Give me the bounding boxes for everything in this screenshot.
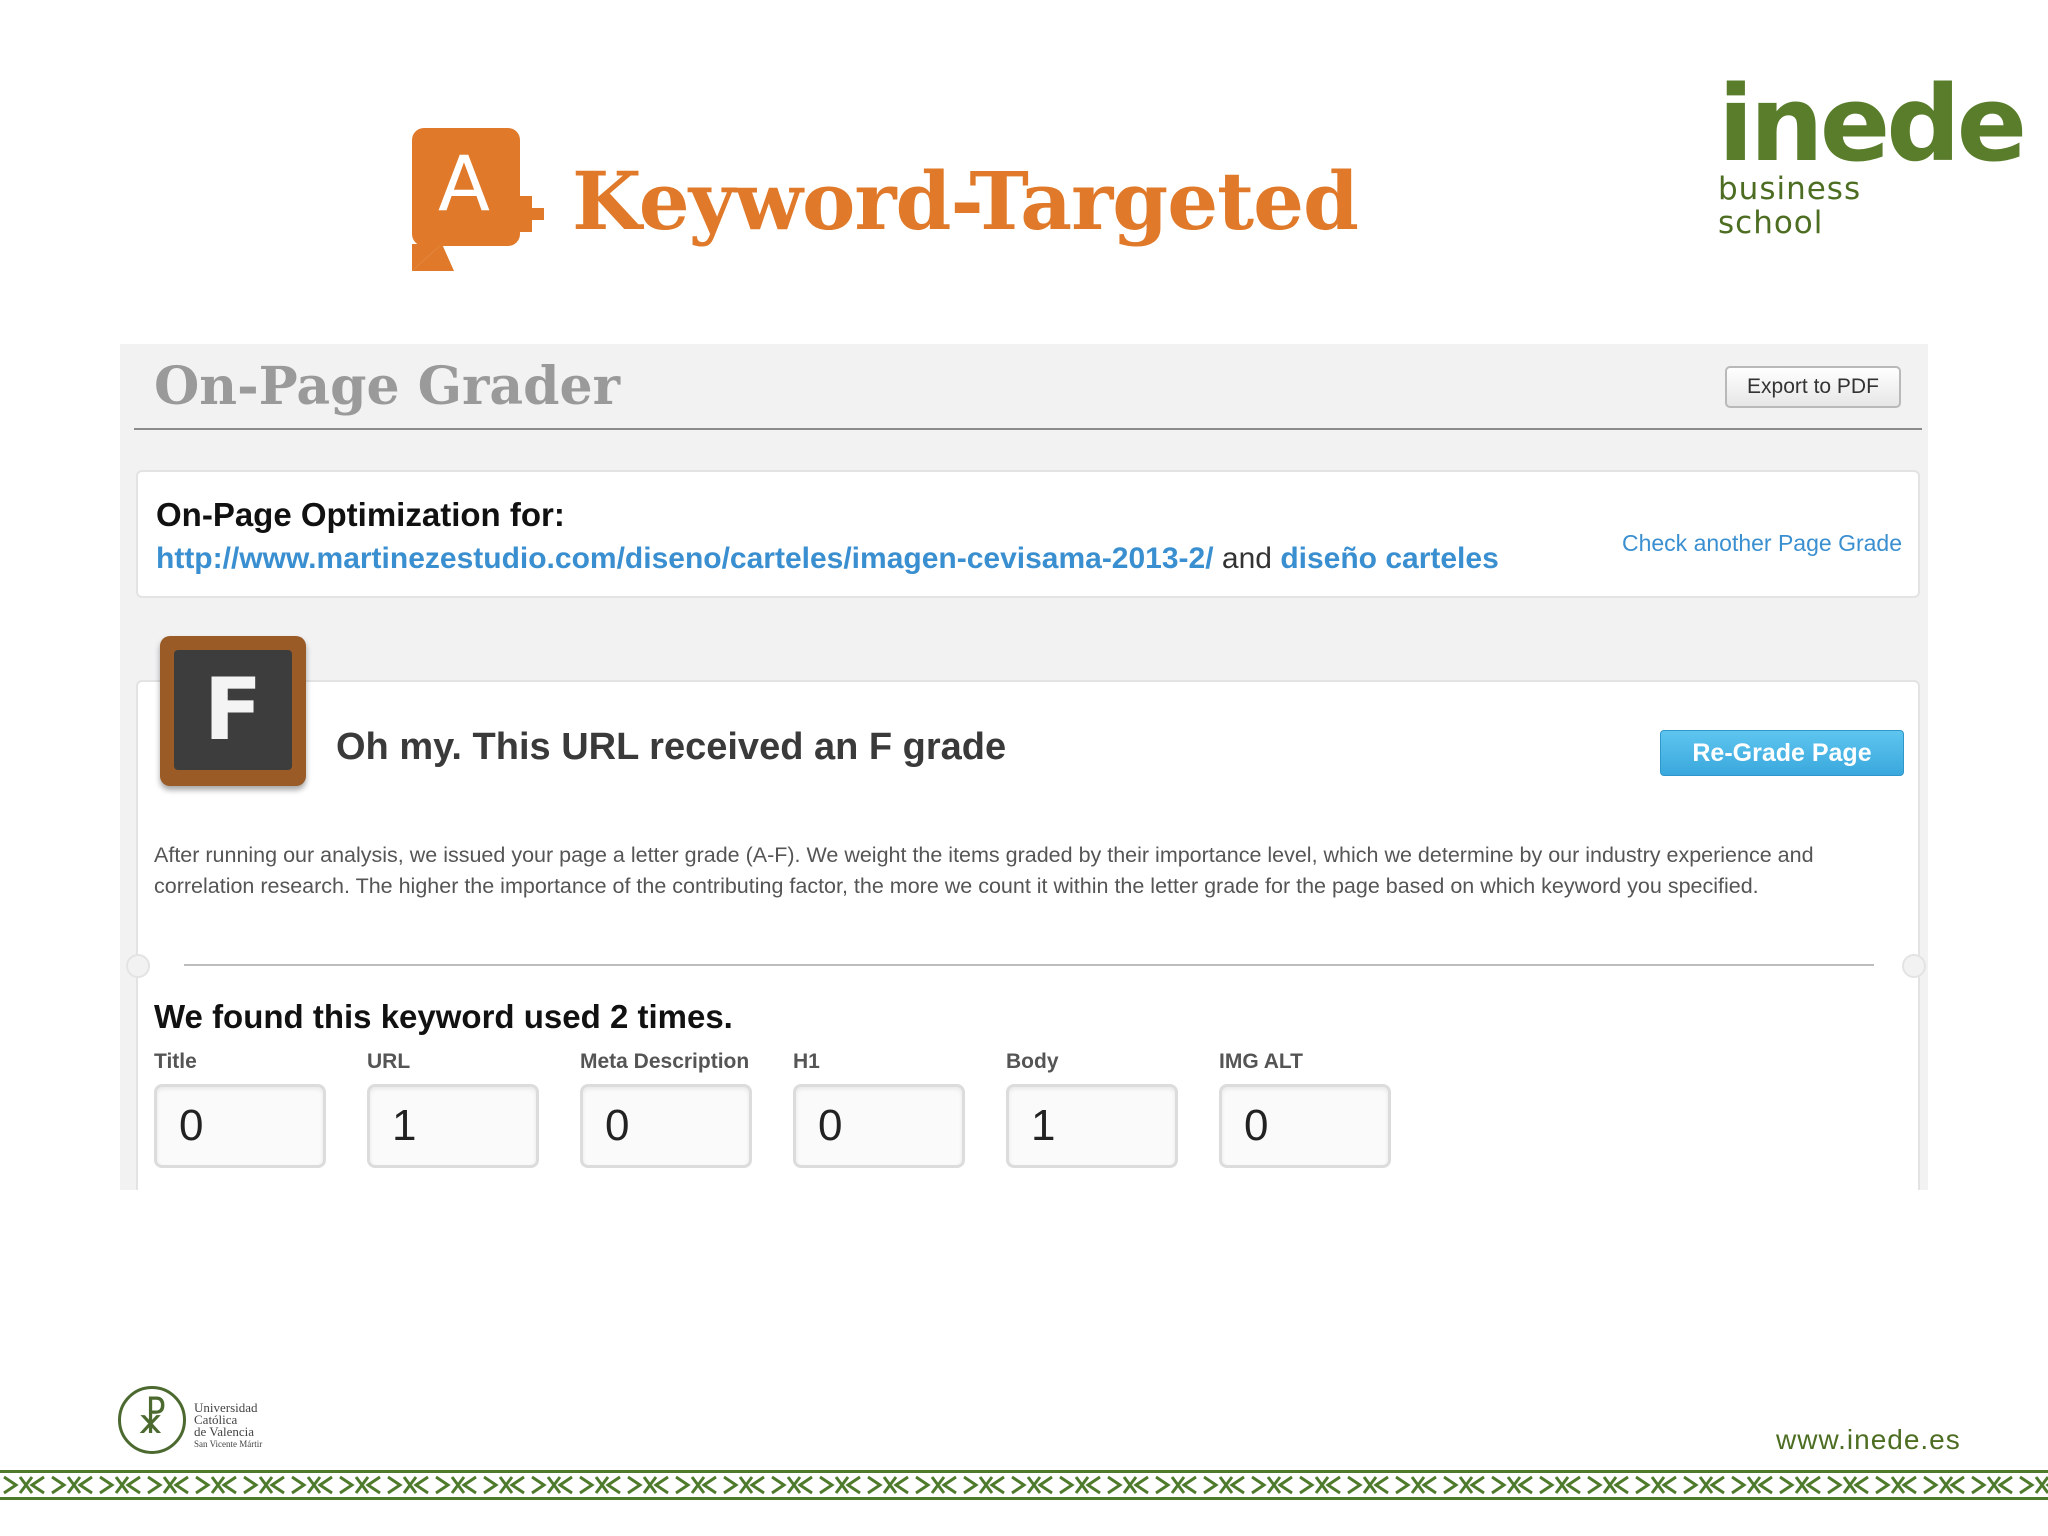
count-label: Title (154, 1050, 197, 1073)
count-img-alt: IMG ALT 0 (1219, 1050, 1399, 1168)
grade-description: After running our analysis, we issued yo… (154, 843, 1814, 898)
separator-notch-right (1902, 954, 1926, 978)
count-body: Body 1 (1006, 1050, 1186, 1168)
inede-logo: inede business school (1718, 63, 2027, 240)
website-url: www.inede.es (1776, 1424, 1961, 1455)
check-another-page-link[interactable]: Check another Page Grade (1622, 530, 1902, 557)
keyword-usage-heading: We found this keyword used 2 times. (154, 998, 733, 1035)
count-url: URL 1 (367, 1050, 547, 1168)
university-logo: ☧ Universidad Católica de Valencia San V… (118, 1386, 298, 1460)
and-text: and (1221, 542, 1272, 575)
grade-f-icon: F (160, 636, 306, 786)
count-h1: H1 0 (793, 1050, 973, 1168)
count-label: Meta Description (580, 1050, 750, 1073)
count-value: 0 (793, 1084, 965, 1168)
page-title: On-Page Grader (154, 356, 620, 417)
export-pdf-button[interactable]: Export to PDF (1725, 366, 1901, 408)
count-label: URL (367, 1050, 411, 1073)
count-label: IMG ALT (1219, 1050, 1303, 1073)
decorative-border (0, 1470, 2048, 1500)
optimization-target: http://www.martinezestudio.com/diseno/ca… (156, 542, 1499, 576)
count-label: H1 (793, 1050, 820, 1073)
count-value: 1 (367, 1084, 539, 1168)
divider (134, 428, 1922, 430)
inede-wordmark: inede (1718, 63, 2027, 185)
keyword-targeted-header: A Keyword-Targeted (412, 126, 1359, 276)
keyword-link[interactable]: diseño carteles (1280, 542, 1498, 575)
svg-text:A: A (438, 139, 490, 228)
regrade-page-button[interactable]: Re-Grade Page (1660, 730, 1904, 776)
optimization-heading: On-Page Optimization for: (156, 496, 565, 533)
count-value: 1 (1006, 1084, 1178, 1168)
pattern-band (0, 1473, 2048, 1497)
divider (184, 964, 1874, 966)
count-meta-description: Meta Description 0 (580, 1050, 760, 1168)
ucv-seal-icon: ☧ (118, 1386, 186, 1454)
graded-url-link[interactable]: http://www.martinezestudio.com/diseno/ca… (156, 542, 1214, 575)
count-title: Title 0 (154, 1050, 334, 1168)
slide-title: Keyword-Targeted (572, 154, 1359, 248)
grade-message: Oh my. This URL received an F grade (336, 726, 1007, 768)
count-label: Body (1006, 1050, 1059, 1073)
count-value: 0 (154, 1084, 326, 1168)
count-value: 0 (1219, 1084, 1391, 1168)
a-plus-icon: A (412, 128, 544, 271)
separator-notch-left (126, 954, 150, 978)
count-value: 0 (580, 1084, 752, 1168)
university-name: Universidad Católica de Valencia San Vic… (194, 1400, 263, 1449)
grade-letter: F (174, 650, 292, 770)
on-page-grader-panel: On-Page Grader Export to PDF On-Page Opt… (120, 344, 1928, 1190)
optimization-summary: On-Page Optimization for: http://www.mar… (136, 470, 1920, 598)
